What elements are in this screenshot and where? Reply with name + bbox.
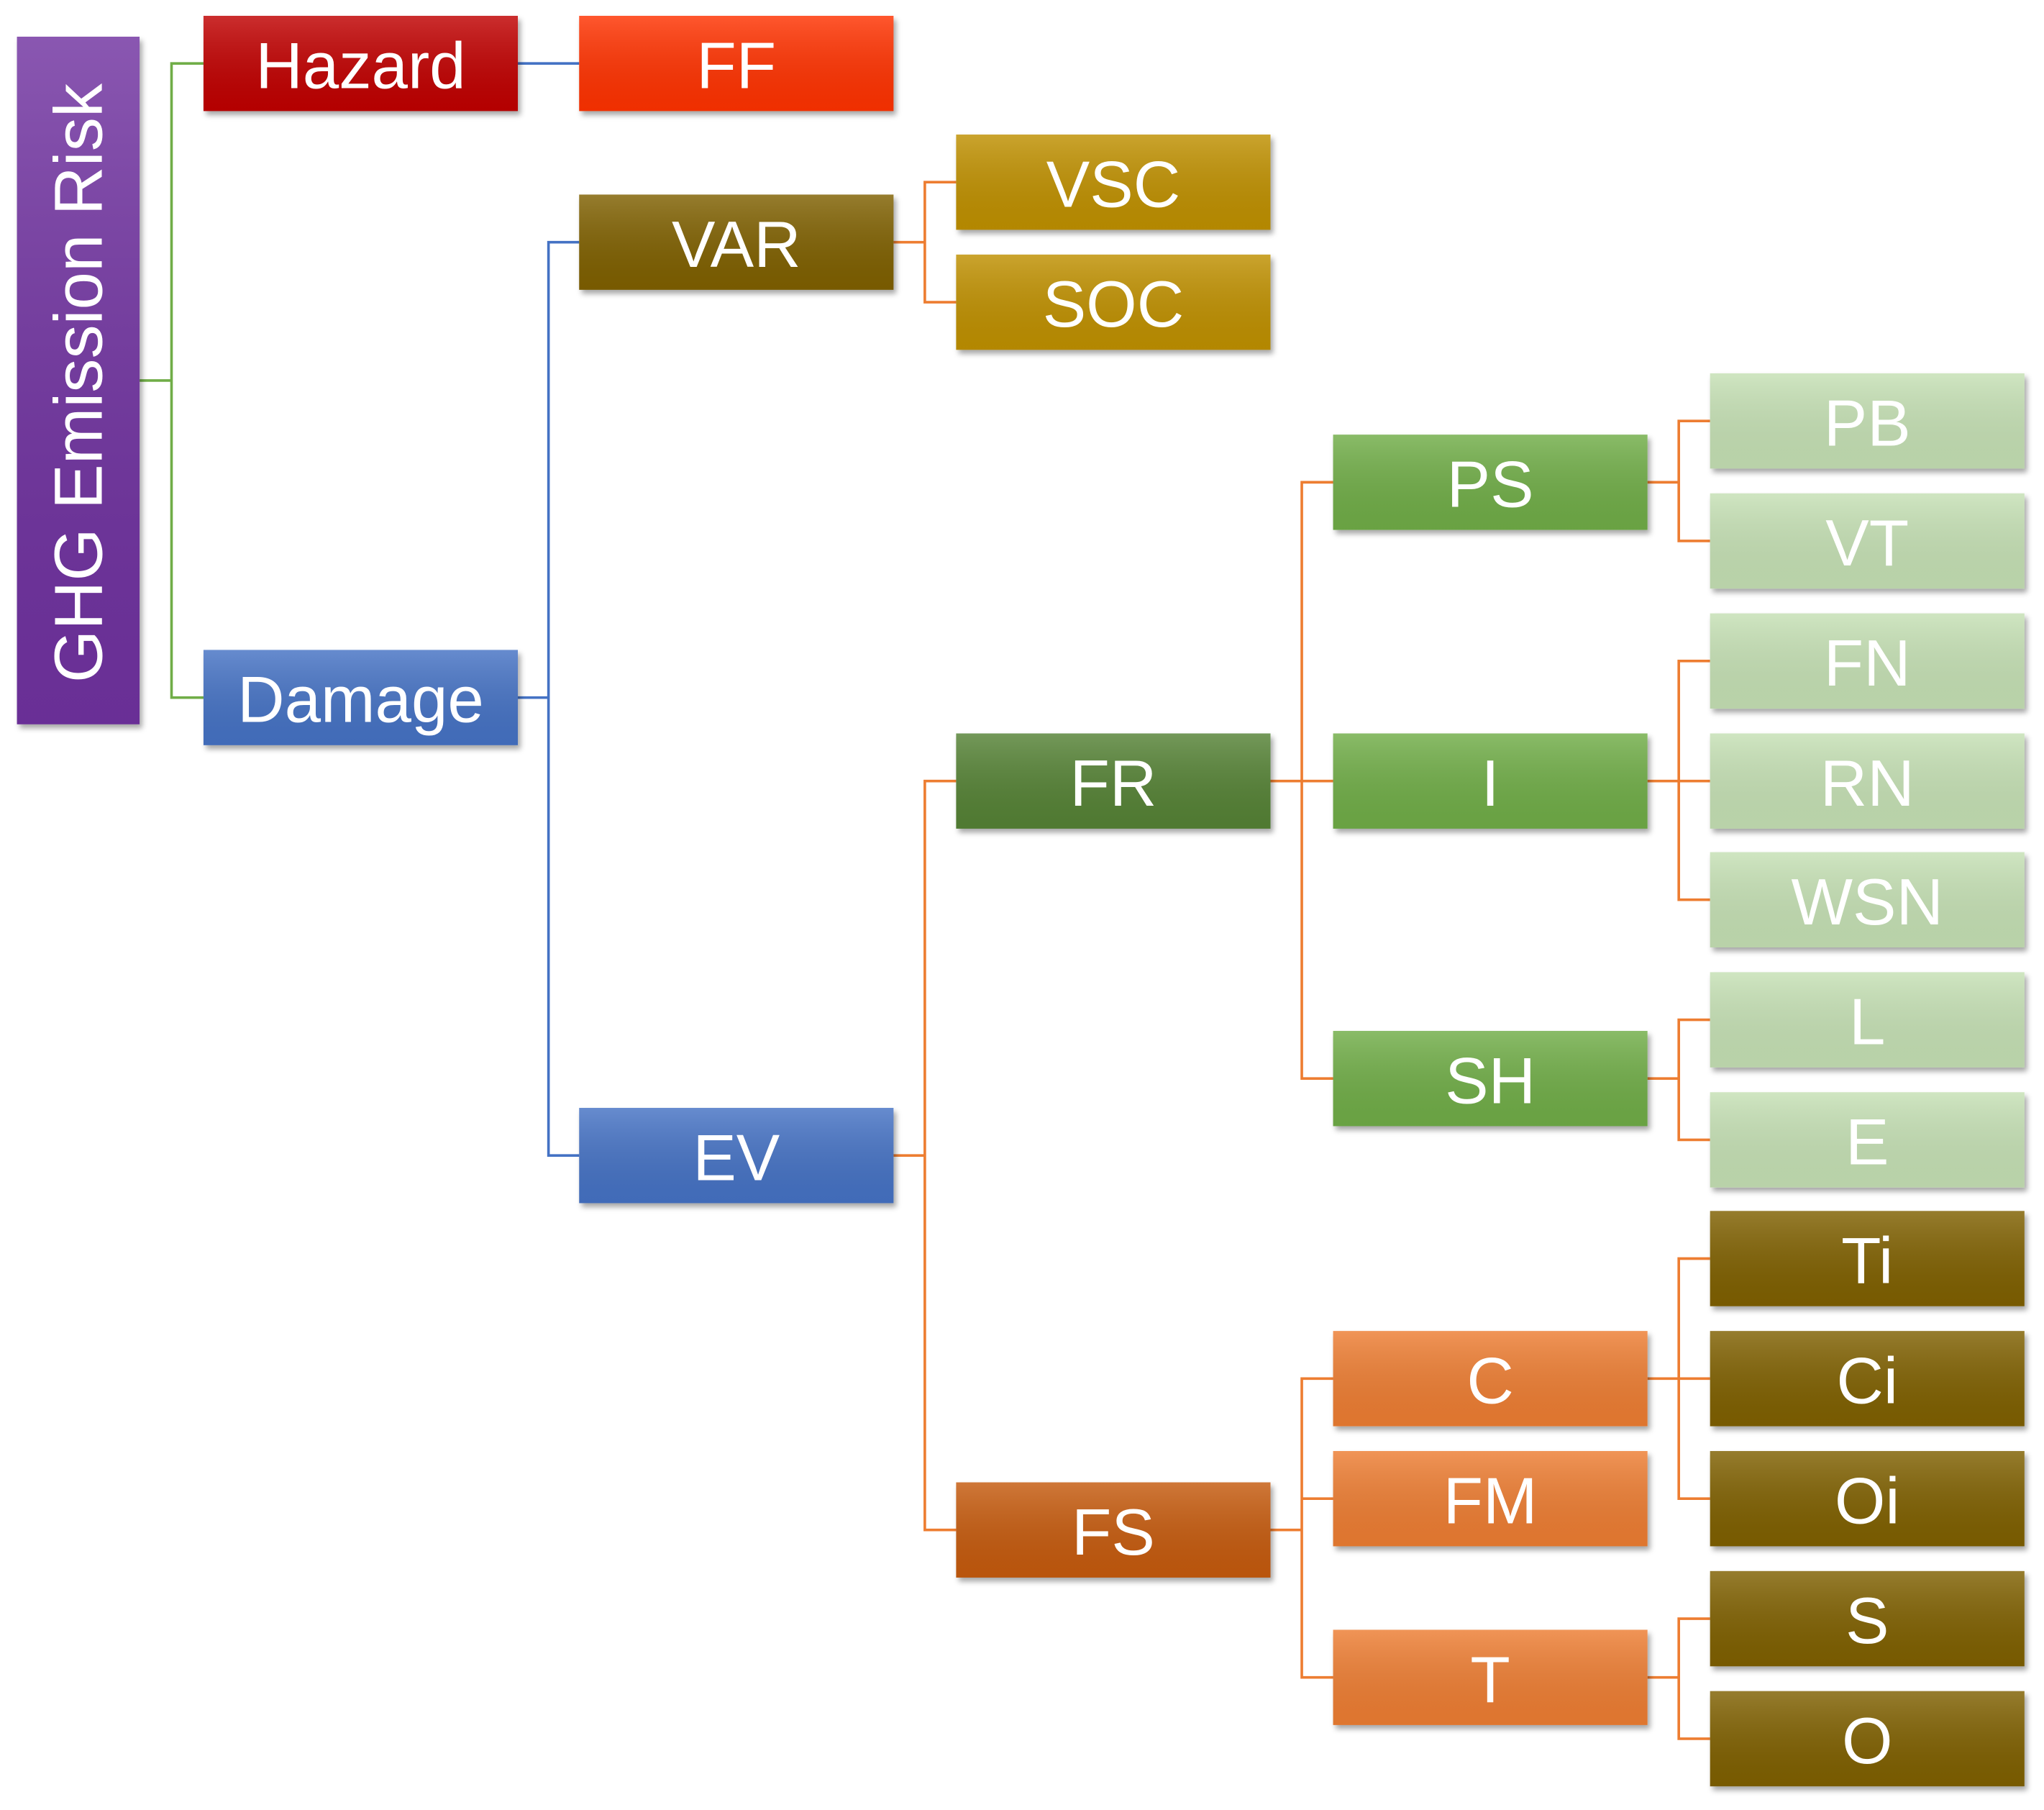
node-boxes: GHG Emission RiskHazard FFDamageVARVSCSOC… bbox=[17, 15, 2025, 1787]
node-label-fm: FM bbox=[1443, 1465, 1538, 1537]
node-label-hazard: Hazard bbox=[255, 29, 465, 102]
connector-ev bbox=[893, 779, 957, 1532]
node-root: GHG Emission Risk bbox=[17, 37, 140, 724]
node-ps: PS bbox=[1333, 435, 1648, 530]
node-label-t: T bbox=[1470, 1644, 1510, 1716]
node-label-root: GHG Emission Risk bbox=[40, 83, 116, 683]
node-l: L bbox=[1710, 972, 2025, 1068]
node-label-ps: PS bbox=[1447, 449, 1534, 522]
node-ci: Ci bbox=[1710, 1331, 2025, 1427]
node-label-e: E bbox=[1845, 1106, 1889, 1179]
connector-c bbox=[1647, 1257, 1710, 1501]
node-vt: VT bbox=[1710, 493, 2025, 589]
node-label-ti: Ti bbox=[1841, 1225, 1893, 1298]
node-label-fs: FS bbox=[1072, 1496, 1155, 1569]
node-label-sh: SH bbox=[1445, 1045, 1536, 1117]
node-label-ci: Ci bbox=[1836, 1345, 1898, 1417]
node-s: S bbox=[1710, 1570, 2025, 1667]
node-fr: FR bbox=[956, 733, 1271, 829]
node-i: I bbox=[1333, 733, 1648, 829]
node-t: T bbox=[1333, 1629, 1648, 1725]
connector-fr bbox=[1270, 481, 1333, 1081]
node-sh: SH bbox=[1333, 1031, 1648, 1127]
connector-sh bbox=[1647, 1018, 1710, 1142]
node-oi: Oi bbox=[1710, 1451, 2025, 1547]
node-var: VAR bbox=[579, 194, 894, 290]
node-label-o: O bbox=[1842, 1705, 1893, 1778]
node-label-c: C bbox=[1466, 1345, 1513, 1417]
connector-ps bbox=[1647, 419, 1710, 542]
node-label-s: S bbox=[1845, 1585, 1889, 1657]
node-c: C bbox=[1333, 1331, 1648, 1427]
node-label-damage: Damage bbox=[237, 664, 484, 737]
node-o: O bbox=[1710, 1691, 2025, 1787]
node-label-var: VAR bbox=[672, 209, 801, 281]
node-label-fr: FR bbox=[1070, 747, 1157, 820]
node-soc: SOC bbox=[956, 254, 1271, 350]
connector-t bbox=[1647, 1617, 1710, 1740]
node-fs: FS bbox=[956, 1482, 1271, 1578]
connector-i bbox=[1647, 660, 1710, 901]
node-ff: FF bbox=[579, 15, 894, 112]
node-damage: Damage bbox=[203, 650, 519, 745]
node-label-pb: PB bbox=[1824, 387, 1911, 460]
node-label-wsn: WSN bbox=[1791, 866, 1943, 939]
node-hazard: Hazard bbox=[203, 15, 519, 112]
node-label-ev: EV bbox=[693, 1122, 780, 1194]
node-pb: PB bbox=[1710, 373, 2025, 469]
node-label-vt: VT bbox=[1825, 507, 1909, 580]
node-label-i: I bbox=[1482, 747, 1500, 820]
connector-root bbox=[140, 62, 204, 699]
ghg-emission-risk-tree: GHG Emission RiskHazard FFDamageVARVSCSOC… bbox=[17, 15, 2025, 1787]
node-label-soc: SOC bbox=[1043, 268, 1185, 341]
connector-var bbox=[893, 181, 957, 304]
node-label-fn: FN bbox=[1824, 627, 1911, 700]
node-label-l: L bbox=[1849, 986, 1885, 1059]
node-label-rn: RN bbox=[1820, 747, 1915, 820]
node-label-oi: Oi bbox=[1835, 1465, 1900, 1537]
node-fm: FM bbox=[1333, 1451, 1648, 1547]
node-wsn: WSN bbox=[1710, 852, 2025, 947]
node-label-vsc: VSC bbox=[1046, 148, 1180, 221]
node-label-ff: FF bbox=[696, 29, 776, 102]
node-ev: EV bbox=[579, 1108, 894, 1204]
connector-damage bbox=[518, 240, 580, 1158]
node-ti: Ti bbox=[1710, 1211, 2025, 1306]
node-rn: RN bbox=[1710, 733, 2025, 829]
node-fn: FN bbox=[1710, 613, 2025, 709]
node-e: E bbox=[1710, 1092, 2025, 1188]
connector-fs bbox=[1270, 1377, 1333, 1679]
node-vsc: VSC bbox=[956, 135, 1271, 230]
